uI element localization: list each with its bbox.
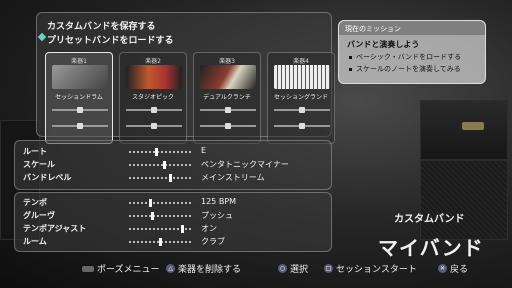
triangle-button-icon: △ (166, 264, 175, 273)
instrument-slot-2[interactable]: 楽器2 スタジオピック (119, 52, 187, 144)
load-preset-band-option[interactable]: プリセットバンドをロードする (37, 32, 174, 46)
slot-pan-slider[interactable] (200, 123, 256, 129)
electric-guitar-image (200, 65, 256, 89)
save-custom-band-option[interactable]: カスタムバンドを保存する (47, 19, 155, 32)
room-slider[interactable] (129, 238, 193, 246)
session-start-hint[interactable]: □ セッションスタート (324, 262, 417, 275)
pause-menu-hint[interactable]: ポーズメニュー (82, 262, 160, 275)
setting-root[interactable]: ルート E (23, 146, 323, 158)
triangle-button-icon (37, 32, 47, 42)
load-preset-label: プリセットバンドをロードする (47, 36, 174, 46)
select-hint[interactable]: ○ 選択 (278, 262, 308, 275)
amp-logo (462, 122, 484, 130)
piano-keys-image (274, 65, 330, 89)
instrument-slot-4[interactable]: 楽器4 セッショングランド (267, 52, 335, 144)
setting-groove[interactable]: グルーヴ プッシュ (23, 210, 323, 222)
bullet-icon (349, 67, 352, 71)
scale-slider[interactable] (129, 161, 193, 169)
band-setup-panel: カスタムバンドを保存する プリセットバンドをロードする 楽器1 セッションドラム… (36, 12, 335, 144)
circle-button-icon: ○ (278, 264, 287, 273)
slot-header: 楽器2 (145, 58, 161, 65)
band-type-label: カスタムバンド (394, 214, 465, 225)
root-slider[interactable] (129, 148, 193, 156)
key-settings-panel: ルート E スケール ペンタトニックマイナー バンドレベル メインストリーム (14, 140, 332, 190)
tempo-settings-panel: テンポ 125 BPM グルーヴ プッシュ テンポアジャスト オン ルーム クラ… (14, 192, 332, 252)
slot-header: 楽器1 (71, 58, 87, 65)
current-mission-panel: 現在のミッション バンドと演奏しよう ベーシック・バンドをロードする スケールの… (338, 20, 486, 84)
setting-room[interactable]: ルーム クラブ (23, 236, 323, 248)
slot-volume-slider[interactable] (274, 107, 330, 113)
setting-band-level[interactable]: バンドレベル メインストリーム (23, 172, 323, 184)
slot-pan-slider[interactable] (52, 123, 108, 129)
instrument-slot-1[interactable]: 楽器1 セッションドラム (45, 52, 113, 144)
slot-pan-slider[interactable] (274, 123, 330, 129)
remove-instrument-hint[interactable]: △ 楽器を削除する (166, 262, 241, 275)
tempo-adjust-slider[interactable] (129, 225, 193, 233)
cross-button-icon: ✕ (438, 264, 447, 273)
mission-item: スケールのノートを演奏してみる (349, 64, 461, 74)
tempo-slider[interactable] (129, 199, 193, 207)
mission-header: 現在のミッション (339, 21, 485, 35)
bullet-icon (349, 55, 352, 59)
slot-volume-slider[interactable] (126, 107, 182, 113)
mission-title: バンドと演奏しよう (347, 40, 420, 49)
slot-instrument-name: デュアルクランチ (203, 94, 251, 101)
drum-kit-image (52, 65, 108, 89)
background-amp-cabinet (420, 160, 508, 240)
slot-instrument-name: セッショングランド (273, 94, 328, 101)
bass-guitar-image (126, 65, 182, 89)
groove-slider[interactable] (129, 212, 193, 220)
slot-volume-slider[interactable] (52, 107, 108, 113)
instrument-slot-3[interactable]: 楽器3 デュアルクランチ (193, 52, 261, 144)
mission-item: ベーシック・バンドをロードする (349, 52, 461, 62)
controller-hint-bar: ポーズメニュー △ 楽器を削除する ○ 選択 □ セッションスタート ✕ 戻る (0, 256, 512, 288)
setting-scale[interactable]: スケール ペンタトニックマイナー (23, 159, 323, 171)
slot-instrument-name: スタジオピック (131, 94, 174, 101)
start-button-icon (82, 265, 94, 272)
band-level-slider[interactable] (129, 174, 193, 182)
background-amp-head (420, 100, 508, 160)
slot-header: 楽器3 (219, 58, 235, 65)
square-button-icon: □ (324, 264, 333, 273)
slot-instrument-name: セッションドラム (55, 94, 103, 101)
slot-pan-slider[interactable] (126, 123, 182, 129)
back-hint[interactable]: ✕ 戻る (438, 262, 468, 275)
setting-tempo-adjust[interactable]: テンポアジャスト オン (23, 223, 323, 235)
setting-tempo[interactable]: テンポ 125 BPM (23, 197, 323, 209)
slot-header: 楽器4 (293, 58, 309, 65)
slot-volume-slider[interactable] (200, 107, 256, 113)
